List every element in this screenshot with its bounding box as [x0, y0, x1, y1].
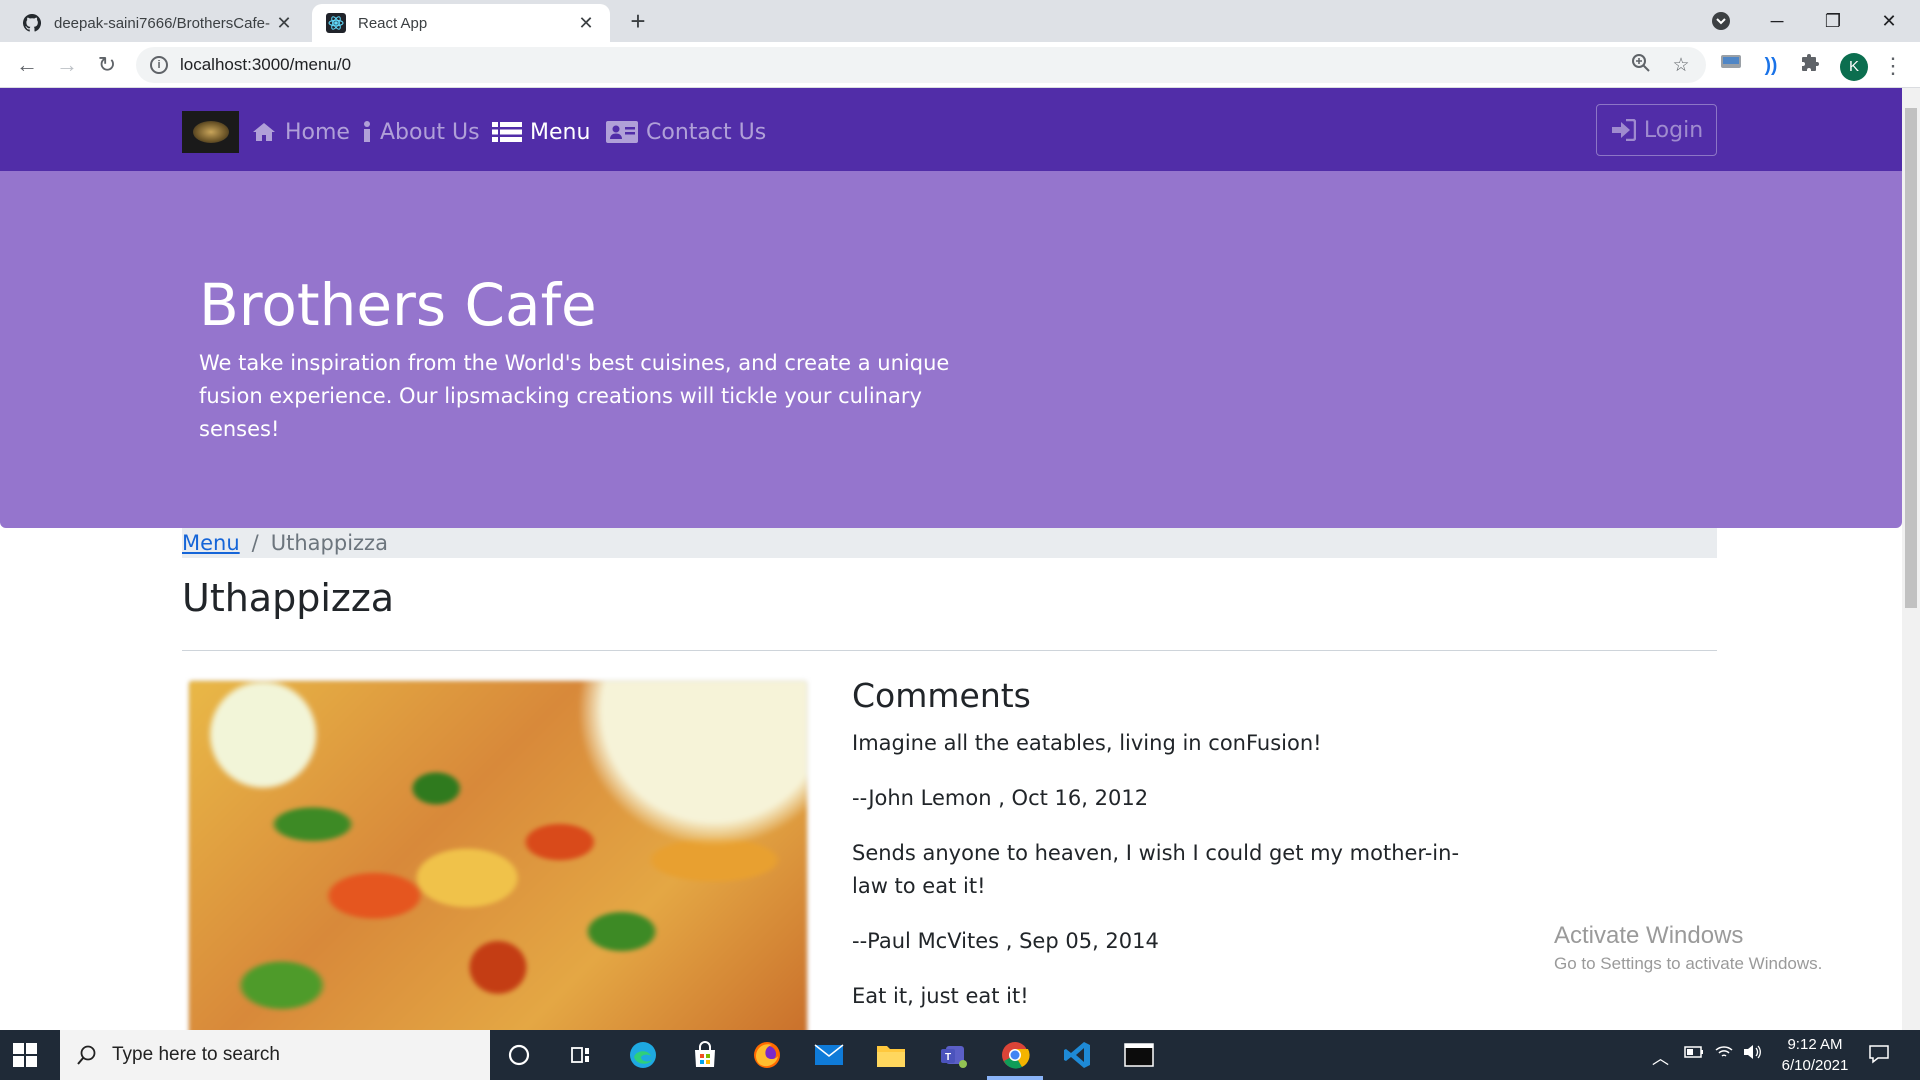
scrollbar-thumb[interactable] [1905, 108, 1917, 608]
jumbotron: Brothers Cafe We take inspiration from t… [0, 171, 1902, 528]
windows-start-icon[interactable] [12, 1042, 38, 1068]
extension-read-aloud-icon[interactable]: )) [1758, 53, 1784, 79]
back-icon[interactable]: ← [12, 50, 42, 80]
chrome-icon[interactable] [998, 1038, 1032, 1072]
comments-section: Comments Imagine all the eatables, livin… [852, 676, 1492, 1030]
minimize-button[interactable]: ─ [1754, 6, 1800, 36]
breadcrumb: Menu / Uthappizza [182, 528, 1717, 558]
kebab-menu-icon[interactable]: ⋮ [1880, 53, 1906, 79]
volume-icon[interactable] [1742, 1044, 1762, 1065]
comment-author: --Paul McVites , Sep 05, 2014 [852, 929, 1159, 953]
restore-button[interactable]: ❐ [1810, 6, 1856, 36]
divider [182, 650, 1717, 651]
page-scrollbar[interactable] [1902, 88, 1920, 1030]
extensions-puzzle-icon[interactable] [1798, 53, 1824, 79]
watermark-subtitle: Go to Settings to activate Windows. [1554, 954, 1823, 973]
comment-text: Sends anyone to heaven, I wish I could g… [852, 841, 1460, 898]
react-icon [326, 13, 346, 33]
browser-toolbar: ← → ↻ i localhost:3000/menu/0 ☆ )) K ⋮ [0, 42, 1920, 88]
nav-item-contact[interactable]: Contact Us [606, 118, 766, 146]
file-explorer-icon[interactable] [874, 1038, 908, 1072]
url-text[interactable]: localhost:3000/menu/0 [180, 55, 351, 75]
dish-image [188, 680, 808, 1030]
comment-text: Eat it, just eat it! [852, 984, 1029, 1008]
search-icon [76, 1044, 98, 1066]
site-navbar: Home About Us Menu Contact Us Login [0, 88, 1902, 171]
login-button[interactable]: Login [1596, 104, 1717, 156]
forward-icon[interactable]: → [52, 50, 82, 80]
page-viewport: Home About Us Menu Contact Us Login Brot… [0, 88, 1920, 1030]
chrome-active-indicator [987, 1076, 1043, 1080]
breadcrumb-current: Uthappizza [270, 531, 388, 555]
cortana-icon[interactable] [502, 1038, 536, 1072]
list-icon [492, 120, 522, 144]
nav-item-about[interactable]: About Us [362, 118, 480, 146]
tab-title: React App [358, 14, 428, 32]
terminal-icon[interactable] [1122, 1038, 1156, 1072]
nav-item-home[interactable]: Home [251, 118, 350, 146]
edge-icon[interactable] [626, 1038, 660, 1072]
login-label: Login [1643, 117, 1704, 143]
breadcrumb-separator: / [251, 531, 259, 555]
bookmark-star-icon[interactable]: ☆ [1668, 53, 1694, 79]
nav-item-menu[interactable]: Menu [492, 118, 590, 146]
zoom-icon[interactable] [1628, 53, 1654, 79]
browser-tab-strip: deepak-saini7666/BrothersCafe- ✕ React A… [0, 0, 1920, 42]
nav-label: Contact Us [646, 119, 767, 145]
sign-in-icon [1610, 119, 1636, 141]
cafe-logo-image [192, 121, 229, 143]
windows-taskbar: Type here to search T ︿ 9:12 AM 6/10/202… [0, 1030, 1920, 1080]
new-tab-button[interactable]: + [624, 8, 652, 36]
tab-search-icon[interactable] [1698, 6, 1744, 36]
brand-logo[interactable] [182, 111, 239, 153]
clock-date: 6/10/2021 [1781, 1057, 1849, 1074]
dish-title: Uthappizza [182, 576, 395, 620]
nav-label: Menu [530, 119, 591, 145]
comments-heading: Comments [852, 676, 1031, 715]
address-bar[interactable]: i localhost:3000/menu/0 [136, 47, 1706, 83]
home-icon [251, 121, 277, 143]
browser-tab-react-app[interactable]: React App ✕ [312, 4, 610, 42]
store-icon[interactable] [688, 1038, 722, 1072]
profile-avatar[interactable]: K [1840, 53, 1868, 81]
comment-text: Imagine all the eatables, living in conF… [852, 731, 1322, 755]
close-window-button[interactable]: ✕ [1866, 6, 1912, 36]
extension-screen-icon[interactable] [1718, 53, 1744, 79]
site-title: Brothers Cafe [199, 271, 597, 339]
system-clock[interactable]: 9:12 AM 6/10/2021 [1760, 1034, 1870, 1076]
teams-icon[interactable]: T [936, 1038, 970, 1072]
comment-author: --John Lemon , Oct 16, 2012 [852, 786, 1149, 810]
vscode-icon[interactable] [1060, 1038, 1094, 1072]
clock-time: 9:12 AM [1787, 1036, 1843, 1053]
address-card-icon [606, 120, 638, 144]
activate-windows-watermark: Activate Windows Go to Settings to activ… [1554, 922, 1822, 974]
tab-title: deepak-saini7666/BrothersCafe- [54, 14, 270, 32]
notification-icon[interactable] [1868, 1044, 1890, 1069]
browser-tab-github[interactable]: deepak-saini7666/BrothersCafe- ✕ [8, 4, 308, 42]
watermark-title: Activate Windows [1554, 922, 1744, 949]
tray-chevron-icon[interactable]: ︿ [1652, 1044, 1669, 1069]
svg-text:T: T [945, 1052, 951, 1063]
mail-icon[interactable] [812, 1038, 846, 1072]
site-info-icon[interactable]: i [150, 56, 168, 74]
github-icon [22, 13, 42, 33]
site-tagline: We take inspiration from the World's bes… [199, 351, 950, 441]
nav-label: Home [285, 119, 350, 145]
battery-icon[interactable] [1684, 1044, 1704, 1064]
task-view-icon[interactable] [564, 1038, 598, 1072]
nav-label: About Us [380, 119, 480, 145]
info-icon [362, 120, 372, 144]
close-tab-icon[interactable]: ✕ [274, 13, 294, 33]
close-tab-icon[interactable]: ✕ [576, 13, 596, 33]
taskbar-search-input[interactable]: Type here to search [60, 1030, 490, 1080]
search-placeholder: Type here to search [112, 1044, 280, 1065]
breadcrumb-menu-link[interactable]: Menu [182, 531, 240, 555]
firefox-icon[interactable] [750, 1038, 784, 1072]
wifi-icon[interactable] [1714, 1044, 1734, 1065]
reload-icon[interactable]: ↻ [92, 50, 122, 80]
